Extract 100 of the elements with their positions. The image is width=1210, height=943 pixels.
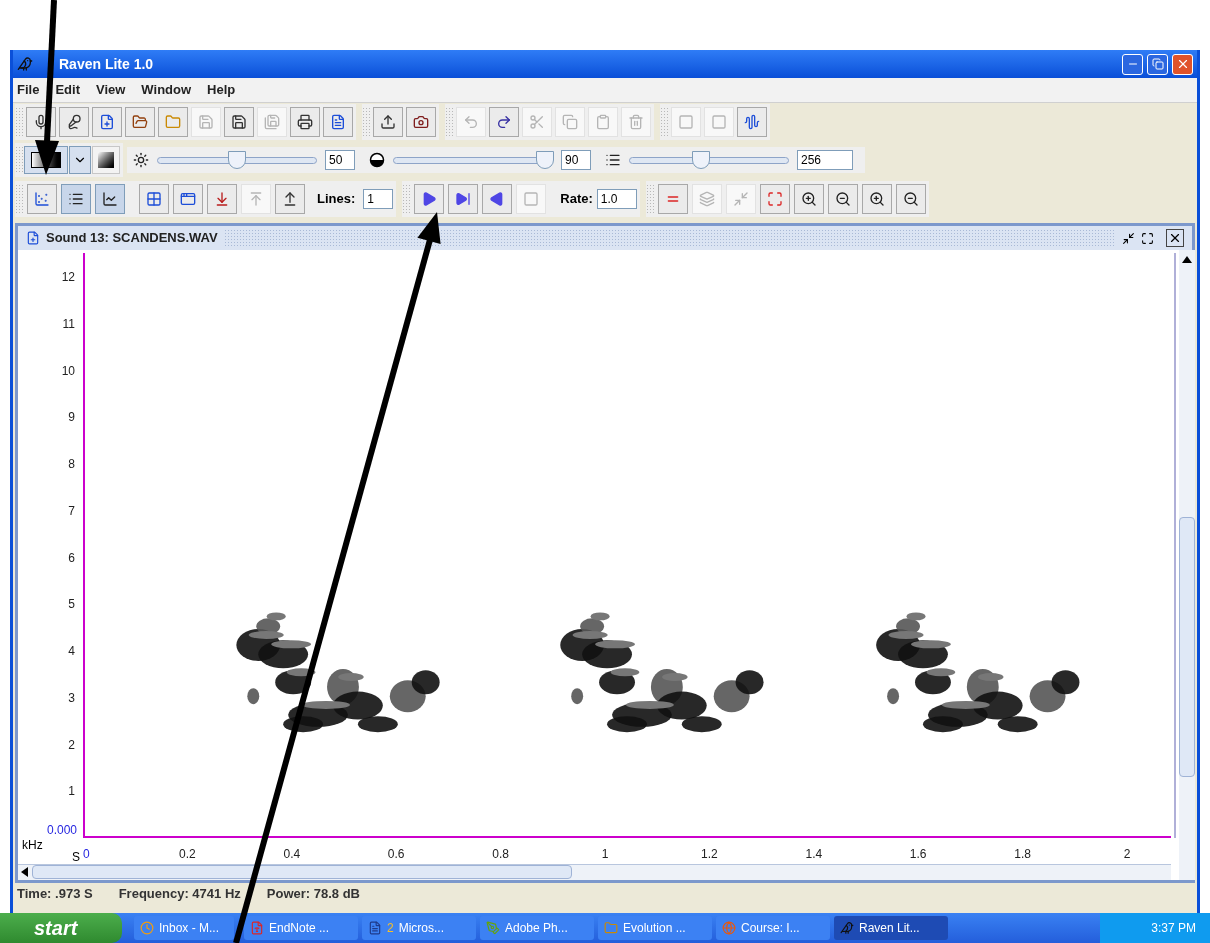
lines-label: Lines: (317, 190, 356, 209)
toolbar-button[interactable] (895, 184, 926, 214)
minimize-icon[interactable] (1122, 231, 1135, 245)
taskbar-button[interactable]: Inbox - M... (134, 916, 234, 940)
toolbar-button[interactable] (793, 184, 824, 214)
save-icon (264, 114, 280, 130)
rate-label: Rate: (560, 190, 593, 209)
axis-label: 4 (68, 645, 75, 657)
taskbar-button[interactable]: Evolution ... (598, 916, 712, 940)
window-title: Raven Lite 1.0 (59, 54, 154, 74)
toolbar-button[interactable] (827, 184, 858, 214)
horizontal-scrollbar[interactable] (18, 863, 1171, 880)
new-file-icon (26, 231, 40, 245)
camera-icon (413, 114, 429, 130)
endnote-icon (250, 921, 264, 935)
slider-thumb[interactable] (228, 151, 246, 169)
dropdown-button[interactable] (69, 146, 91, 174)
toolbar-grip[interactable] (645, 184, 654, 214)
toolbar-grip[interactable] (15, 184, 23, 214)
value-field[interactable]: 256 (797, 150, 853, 170)
restore-icon (1151, 58, 1164, 70)
square-icon (711, 114, 727, 130)
axis-label: 0.6 (387, 848, 405, 860)
slider-thumb[interactable] (536, 151, 554, 169)
toolbar-grip[interactable] (15, 107, 23, 137)
windows-icon (180, 191, 196, 207)
axis-unit: S (72, 849, 80, 866)
value-field[interactable]: 50 (325, 150, 355, 170)
slider[interactable] (393, 151, 553, 169)
axis-unit: kHz (22, 837, 43, 854)
lines-field[interactable]: 1 (363, 189, 394, 209)
waveform-icon (744, 114, 760, 130)
bird-icon (17, 56, 33, 72)
toolbar-button[interactable] (406, 107, 436, 137)
axis-label: 2 (68, 738, 75, 751)
undo-icon (463, 114, 479, 130)
toolbar-button[interactable] (861, 184, 892, 214)
axis-label: 9 (68, 411, 75, 424)
axis-label: 1 (601, 848, 609, 860)
taskbar-button[interactable]: Raven Lit... (834, 916, 948, 940)
clock-text: 3:37 PM (1151, 920, 1196, 937)
arrow-down-icon (214, 191, 230, 207)
toolbar-grip[interactable] (15, 146, 23, 174)
close-button[interactable] (1166, 229, 1184, 247)
axis-label: 0.8 (492, 848, 509, 860)
taskbar-button[interactable]: 2 Micros... (362, 916, 476, 940)
scroll-thumb[interactable] (1179, 517, 1195, 777)
axis-label: 0.000 (46, 824, 77, 836)
slider-thumb[interactable] (692, 151, 710, 169)
scroll-up-icon[interactable] (1182, 256, 1192, 263)
axis-label: 0.4 (283, 848, 301, 860)
menu-item[interactable]: Edit (55, 80, 80, 100)
toolbar-button[interactable] (59, 107, 89, 137)
bird-icon (840, 921, 854, 935)
axis-icon (102, 191, 118, 207)
save-icon (231, 114, 247, 130)
brightness-icon (133, 152, 149, 168)
toolbar-grip[interactable] (660, 107, 668, 137)
toolbar-button[interactable] (125, 107, 155, 137)
close-icon (1168, 231, 1182, 245)
menu-item[interactable]: File (17, 80, 40, 100)
toolbar-grip[interactable] (402, 184, 411, 214)
toolbar-button[interactable] (224, 107, 254, 137)
menu-item[interactable]: Window (141, 80, 192, 100)
cut-icon (529, 114, 545, 130)
upload-icon (380, 114, 396, 130)
axis-label: 1.8 (1014, 848, 1031, 860)
slider[interactable] (629, 151, 789, 169)
menu-item[interactable]: Help (207, 80, 236, 100)
taskbar-button[interactable]: Course: I... (716, 916, 830, 940)
invert-icon (98, 152, 114, 168)
toolbar-grip[interactable] (362, 107, 370, 137)
layers-icon (698, 191, 715, 207)
list-icon (605, 152, 621, 168)
maximize-icon[interactable] (1141, 231, 1154, 245)
axis-label: 1.2 (701, 848, 718, 860)
taskbar-button[interactable]: EndNote ... (244, 916, 358, 940)
invert-button[interactable] (92, 146, 120, 174)
value-field[interactable]: 90 (561, 150, 591, 170)
scroll-thumb[interactable] (32, 865, 572, 880)
vertical-scrollbar[interactable] (1179, 250, 1195, 880)
rate-field[interactable]: 1.0 (596, 189, 637, 209)
axis-label: 0 (83, 848, 90, 860)
save-icon (198, 114, 214, 130)
axis-label: 2 (1123, 848, 1131, 860)
square-icon (678, 114, 694, 130)
taskbar-button[interactable]: Adobe Ph... (480, 916, 594, 940)
menu-item[interactable]: View (95, 80, 126, 100)
globe-icon (722, 921, 736, 935)
page-icon (330, 114, 346, 130)
restore-button[interactable] (1147, 53, 1168, 75)
start-button[interactable]: start (0, 913, 122, 943)
minimize-button[interactable] (1122, 53, 1143, 75)
contrast-icon (369, 152, 385, 168)
toolbar-grip[interactable] (445, 107, 453, 137)
scroll-left-icon[interactable] (21, 867, 29, 878)
slider[interactable] (157, 151, 317, 169)
toolbar-button[interactable] (290, 107, 320, 137)
brush-icon (486, 921, 500, 935)
document-icon (368, 921, 382, 935)
